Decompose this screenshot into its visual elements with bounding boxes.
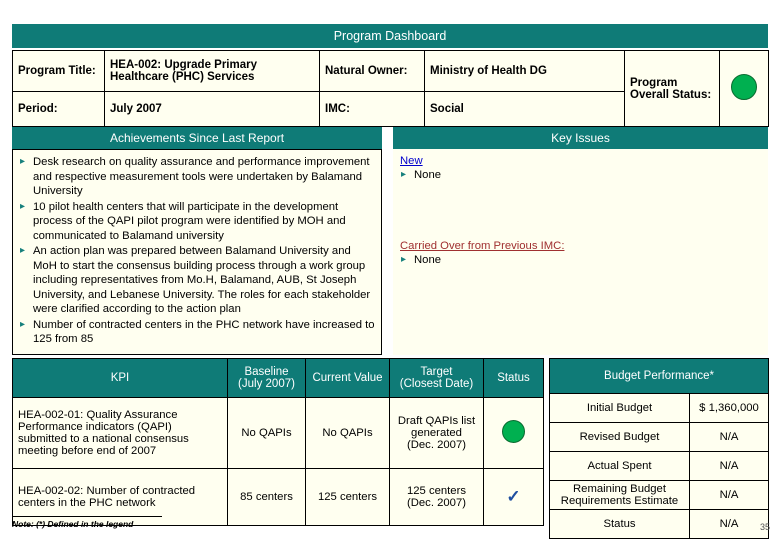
kpi-status: [483, 397, 544, 469]
green-circle-icon: [731, 74, 757, 100]
footer-divider: [12, 516, 162, 517]
kpi-target: 125 centers (Dec. 2007): [389, 468, 484, 526]
kpi-col-target-line2: (Closest Date): [399, 378, 474, 390]
budget-table: Budget Performance* Initial Budget $ 1,3…: [548, 358, 770, 539]
budget-performance-header: Budget Performance*: [548, 358, 770, 394]
imc-value: Social: [424, 91, 625, 127]
achievements-list: Desk research on quality assurance and p…: [19, 155, 375, 347]
kpi-header-row: KPI Baseline (July 2007) Current Value T…: [12, 358, 544, 398]
budget-value: $ 1,360,000: [688, 393, 770, 423]
key-issues-header: Key Issues: [393, 127, 768, 149]
kpi-name: HEA-002-01: Quality Assurance Performanc…: [12, 397, 228, 469]
list-item: Number of contracted centers in the PHC …: [19, 318, 375, 347]
kpi-current: No QAPIs: [305, 397, 390, 469]
budget-value: N/A: [688, 422, 770, 452]
table-row: Initial Budget $ 1,360,000: [549, 393, 770, 423]
checkmark-icon: ✓: [506, 487, 521, 506]
key-issues-new-label: New: [400, 155, 423, 167]
achievements-header: Achievements Since Last Report: [12, 127, 382, 149]
program-header-table: Program Title: HEA-002: Upgrade Primary …: [12, 50, 769, 127]
kpi-col-target-line1: Target: [420, 366, 453, 378]
footnote: Note: (*) Defined in the legend: [12, 519, 134, 529]
list-item: An action plan was prepared between Bala…: [19, 244, 375, 317]
list-item: Desk research on quality assurance and p…: [19, 155, 375, 199]
list-item: None: [400, 168, 761, 183]
period-value: July 2007: [104, 91, 320, 127]
budget-value: N/A: [688, 480, 770, 510]
kpi-current: 125 centers: [305, 468, 390, 526]
key-issues-carried-label: Carried Over from Previous IMC:: [400, 239, 565, 252]
kpi-target-line2: (Dec. 2007): [406, 497, 467, 509]
program-title-label: Program Title:: [12, 50, 105, 92]
natural-owner-label: Natural Owner:: [319, 50, 425, 92]
natural-owner-value: Ministry of Health DG: [424, 50, 625, 92]
budget-label: Revised Budget: [549, 422, 690, 452]
kpi-col-current: Current Value: [305, 358, 390, 398]
kpi-target-line2: (Dec. 2007): [406, 439, 467, 451]
program-title-value: HEA-002: Upgrade Primary Healthcare (PHC…: [104, 50, 320, 92]
kpi-col-kpi: KPI: [12, 358, 228, 398]
key-issues-carried-list: None: [400, 253, 761, 268]
kpi-baseline: 85 centers: [227, 468, 306, 526]
kpi-col-baseline-line2: (July 2007): [238, 378, 295, 390]
kpi-target-line1: Draft QAPIs list generated: [397, 415, 476, 439]
page-title: Program Dashboard: [12, 24, 768, 48]
key-issues-panel: New None Carried Over from Previous IMC:…: [393, 149, 768, 355]
page-number: 35: [759, 522, 770, 532]
budget-label: Actual Spent: [549, 451, 690, 481]
header-row-1: Program Title: HEA-002: Upgrade Primary …: [12, 50, 769, 127]
overall-status-label: Program Overall Status:: [624, 50, 720, 127]
kpi-col-status: Status: [483, 358, 544, 398]
list-item: 10 pilot health centers that will partic…: [19, 200, 375, 244]
table-row: HEA-002-01: Quality Assurance Performanc…: [12, 397, 544, 469]
slide-canvas: Program Dashboard Program Title: HEA-002…: [0, 0, 780, 540]
table-row: Actual Spent N/A: [549, 451, 770, 481]
budget-label: Remaining Budget Requirements Estimate: [549, 480, 690, 510]
budget-label: Status: [549, 509, 690, 539]
key-issues-new-list: None: [400, 168, 761, 183]
imc-label: IMC:: [319, 91, 425, 127]
kpi-col-target: Target (Closest Date): [389, 358, 484, 398]
kpi-col-baseline-line1: Baseline: [244, 366, 289, 378]
budget-value: N/A: [688, 509, 770, 539]
kpi-status: ✓: [483, 468, 544, 526]
budget-header-row: Budget Performance*: [548, 358, 770, 394]
table-row: Status N/A: [549, 509, 770, 539]
kpi-target-line1: 125 centers: [406, 485, 467, 497]
kpi-target: Draft QAPIs list generated (Dec. 2007): [389, 397, 484, 469]
table-row: Remaining Budget Requirements Estimate N…: [549, 480, 770, 510]
list-item: None: [400, 253, 761, 268]
overall-status-cell: [719, 50, 769, 127]
kpi-col-baseline: Baseline (July 2007): [227, 358, 306, 398]
green-circle-icon: [502, 420, 525, 443]
budget-value: N/A: [688, 451, 770, 481]
budget-label: Initial Budget: [549, 393, 690, 423]
table-row: Revised Budget N/A: [549, 422, 770, 452]
kpi-baseline: No QAPIs: [227, 397, 306, 469]
achievements-panel: Desk research on quality assurance and p…: [12, 149, 382, 355]
kpi-table: KPI Baseline (July 2007) Current Value T…: [12, 358, 544, 526]
period-label: Period:: [12, 91, 105, 127]
